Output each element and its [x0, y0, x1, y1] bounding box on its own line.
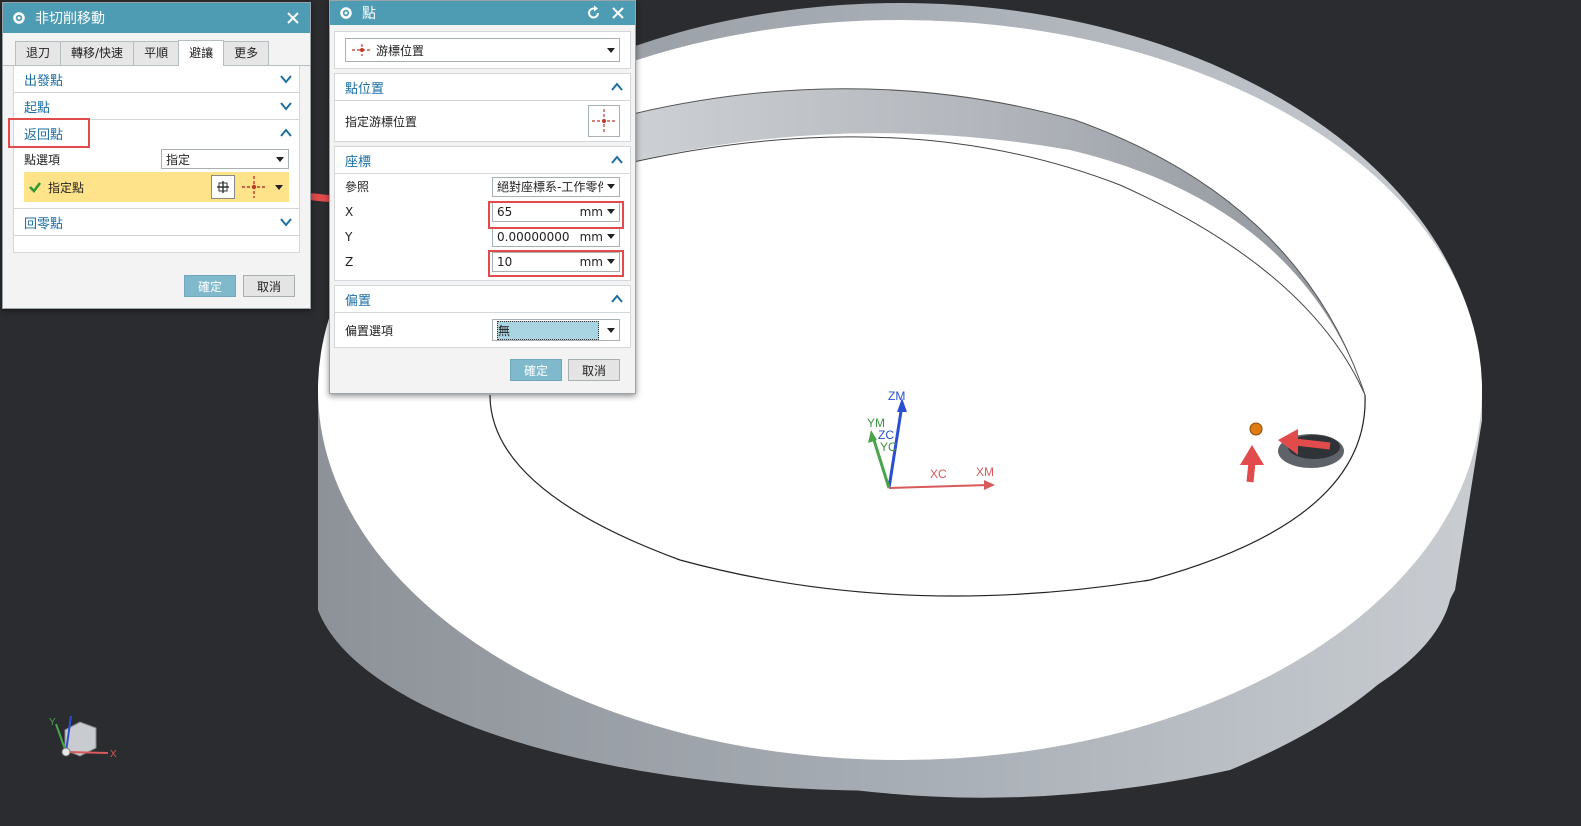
crosshair-select-icon[interactable]	[588, 105, 620, 137]
x-input[interactable]: 65 mm	[492, 201, 620, 222]
avoidance-panel: 出發點 起點 返回點 點選項 指定 指定點 回零點	[13, 66, 300, 253]
gear-icon	[13, 12, 25, 24]
dropdown-caret-icon	[607, 184, 615, 189]
section-coordinates-label: 座標	[345, 154, 372, 170]
point-cancel-button[interactable]: 取消	[568, 359, 620, 381]
chevron-down-icon[interactable]	[279, 99, 293, 113]
offset-option-value: 無	[497, 320, 599, 340]
specify-point-label: 指定點	[48, 180, 85, 195]
reference-label: 參照	[345, 180, 370, 194]
noncutting-ok-button[interactable]: 確定	[184, 275, 236, 297]
y-unit: mm	[579, 229, 603, 244]
dropdown-caret-icon	[607, 47, 615, 53]
point-option-row: 點選項 指定	[14, 146, 299, 172]
point-titlebar[interactable]: 點	[330, 1, 635, 25]
specify-cursor-row: 指定游標位置	[335, 101, 630, 141]
close-icon[interactable]	[609, 4, 627, 22]
gear-icon	[340, 7, 352, 19]
point-type-caret-icon[interactable]	[275, 184, 283, 190]
chevron-down-icon[interactable]	[279, 72, 293, 86]
section-home-point-label: 回零點	[24, 216, 64, 232]
point-dialog-icon[interactable]	[211, 175, 235, 199]
x-row: X 65 mm	[335, 199, 630, 224]
point-option-value: 指定	[166, 152, 191, 167]
point-title: 點	[362, 6, 376, 22]
x-unit: mm	[579, 204, 603, 219]
chevron-up-icon[interactable]	[279, 126, 293, 140]
dropdown-caret-icon	[607, 327, 615, 333]
point-option-dropdown[interactable]: 指定	[161, 149, 289, 169]
section-offset-label: 偏置	[345, 293, 372, 309]
chevron-up-icon[interactable]	[610, 292, 624, 306]
noncutting-titlebar[interactable]: 非切削移動	[3, 3, 310, 33]
y-label: Y	[345, 229, 353, 244]
mini-triad-y: Y	[49, 717, 56, 728]
cursor-position-icon	[352, 44, 372, 56]
unit-caret-icon[interactable]	[607, 209, 615, 214]
chevron-down-icon[interactable]	[279, 215, 293, 229]
noncutting-moves-dialog: 非切削移動 退刀 轉移/快速 平順 避讓 更多 出發點 起點 返回點 點選項 指…	[2, 2, 311, 309]
point-type-row: 游標位置	[335, 32, 630, 68]
unit-caret-icon[interactable]	[607, 259, 615, 264]
section-coordinates[interactable]: 座標	[335, 147, 630, 174]
point-marker[interactable]	[1249, 422, 1263, 436]
z-value[interactable]: 10	[497, 255, 580, 269]
x-label: X	[345, 204, 354, 219]
tab-avoidance[interactable]: 避讓	[178, 40, 225, 66]
triad-xm: XM	[976, 465, 994, 479]
offset-option-row: 偏置選項 無	[335, 313, 630, 347]
close-icon[interactable]	[284, 9, 302, 27]
point-crosshair-icon[interactable]	[239, 174, 269, 200]
reset-icon[interactable]	[585, 4, 603, 22]
x-value[interactable]: 65	[497, 205, 580, 219]
check-icon	[29, 182, 42, 193]
z-label: Z	[345, 254, 354, 269]
section-offset[interactable]: 偏置	[335, 286, 630, 313]
noncutting-cancel-button[interactable]: 取消	[243, 275, 295, 297]
reference-row: 參照 絕對座標系-工作零件	[335, 174, 630, 199]
reference-value: 絕對座標系-工作零件	[497, 180, 603, 194]
section-return-point-label: 返回點	[24, 127, 64, 143]
tab-transfer-rapid[interactable]: 轉移/快速	[60, 41, 135, 65]
triad-xc: XC	[930, 467, 947, 481]
point-option-label: 點選項	[24, 152, 61, 167]
offset-option-dropdown[interactable]: 無	[492, 319, 620, 341]
chevron-up-icon[interactable]	[610, 80, 624, 94]
mini-triad-x: X	[110, 749, 117, 760]
section-start-point[interactable]: 起點	[14, 93, 299, 120]
y-row: Y 0.00000000 mm	[335, 224, 630, 249]
noncutting-title: 非切削移動	[35, 11, 105, 27]
noncutting-tabs: 退刀 轉移/快速 平順 避讓 更多	[3, 33, 310, 66]
z-input[interactable]: 10 mm	[492, 251, 620, 272]
section-point-location[interactable]: 點位置	[335, 74, 630, 101]
view-triad: Y X	[49, 715, 117, 760]
tab-more[interactable]: 更多	[223, 41, 270, 65]
point-ok-button[interactable]: 確定	[510, 359, 562, 381]
y-value[interactable]: 0.00000000	[497, 230, 580, 244]
section-point-location-label: 點位置	[345, 81, 385, 97]
tab-retract[interactable]: 退刀	[15, 41, 62, 65]
chevron-up-icon[interactable]	[610, 153, 624, 167]
reference-dropdown[interactable]: 絕對座標系-工作零件	[492, 176, 620, 197]
triad-yc: YC	[880, 440, 897, 454]
triad-zm: ZM	[888, 389, 905, 403]
unit-caret-icon[interactable]	[607, 234, 615, 239]
dropdown-caret-icon	[276, 156, 284, 162]
z-unit: mm	[579, 254, 603, 269]
section-home-point[interactable]: 回零點	[14, 208, 299, 236]
tab-smoothing[interactable]: 平順	[133, 41, 180, 65]
specify-point-row[interactable]: 指定點	[24, 172, 289, 202]
y-input[interactable]: 0.00000000 mm	[492, 226, 620, 247]
point-dialog: 點 游標位置 點位置 指定游標位置 座標 參照 絕對座標系-工作零件 X 65 …	[329, 0, 636, 394]
z-row: Z 10 mm	[335, 249, 630, 274]
point-type-value: 游標位置	[376, 43, 425, 58]
section-from-point[interactable]: 出發點	[14, 66, 299, 93]
offset-option-label: 偏置選項	[345, 323, 394, 338]
point-type-dropdown[interactable]: 游標位置	[345, 38, 620, 62]
section-return-point[interactable]: 返回點	[14, 120, 299, 146]
section-from-point-label: 出發點	[24, 73, 64, 89]
section-start-point-label: 起點	[24, 100, 51, 116]
specify-cursor-label: 指定游標位置	[345, 114, 418, 129]
